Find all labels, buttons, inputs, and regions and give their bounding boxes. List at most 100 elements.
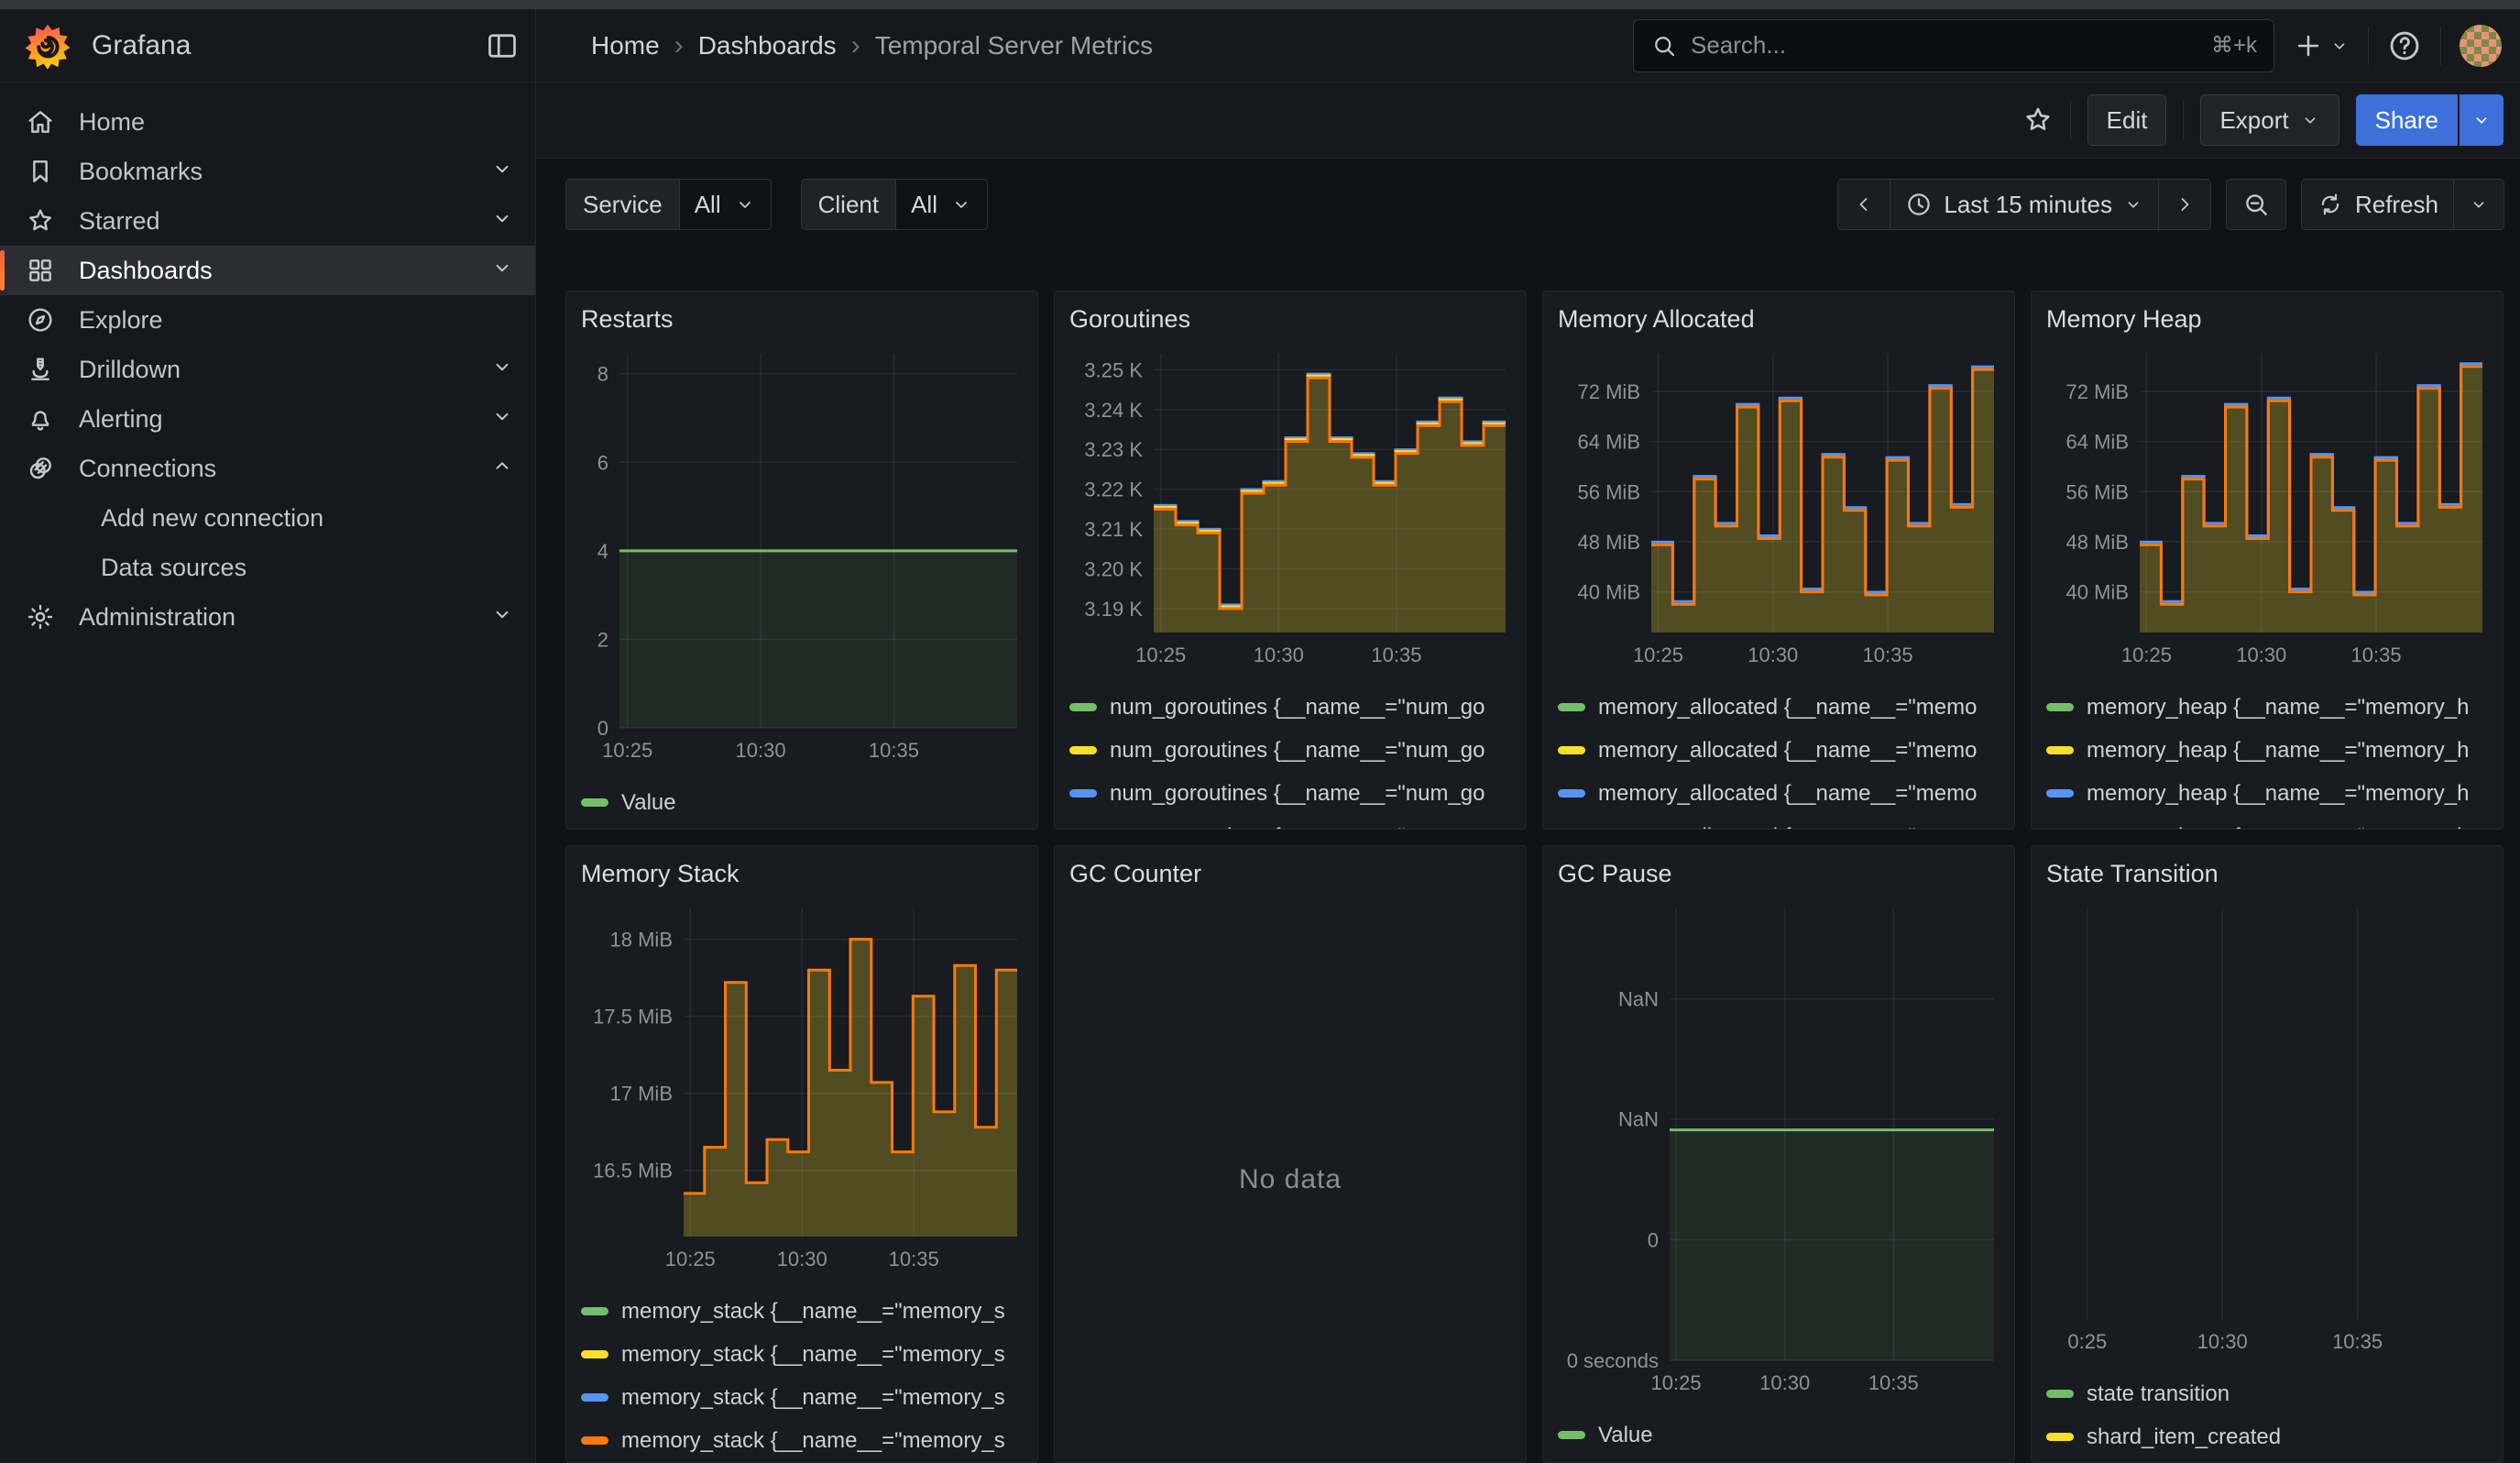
sidebar-item-administration[interactable]: Administration [0, 592, 535, 642]
breadcrumb-item[interactable]: Home [591, 31, 660, 60]
legend-item[interactable]: memory_heap {__name__="memory_h [2046, 772, 2488, 815]
svg-text:10:30: 10:30 [736, 739, 786, 762]
legend-item[interactable]: num_goroutines {__name__="num_go [1069, 686, 1511, 729]
svg-text:NaN: NaN [1618, 988, 1659, 1011]
sidebar-item-label: Drilldown [79, 356, 464, 384]
legend-item[interactable]: memory_heap {__name__="memory_h [2046, 686, 2488, 729]
legend-item[interactable]: state transition [2046, 1372, 2488, 1415]
chevron-down-icon [2329, 36, 2350, 56]
legend-item[interactable]: memory_allocated {__name__="memo [1558, 815, 2000, 830]
legend-item[interactable]: num_goroutines {__name__="num_go [1069, 772, 1511, 815]
chevron-down-icon [2123, 194, 2143, 214]
panel-title[interactable]: Memory Allocated [1558, 302, 2000, 343]
sidebar-item-starred[interactable]: Starred [0, 196, 535, 246]
export-button[interactable]: Export [2200, 94, 2339, 146]
legend-item[interactable]: memory_stack {__name__="memory_s [581, 1290, 1023, 1333]
breadcrumb-item[interactable]: Dashboards [698, 31, 837, 60]
legend-swatch-icon [581, 1350, 608, 1358]
panel-memory-stack: Memory Stack18 MiB17.5 MiB17 MiB16.5 MiB… [565, 845, 1038, 1463]
panel-title[interactable]: GC Counter [1069, 857, 1511, 897]
panel-title[interactable]: GC Pause [1558, 857, 2000, 897]
legend-item[interactable]: memory_stack {__name__="memory_s [581, 1333, 1023, 1376]
chevron-down-icon[interactable] [488, 206, 517, 236]
chevron-down-icon[interactable] [488, 157, 517, 187]
time-forward-button[interactable] [2159, 180, 2210, 229]
chevron-down-icon[interactable] [488, 256, 517, 286]
sidebar-item-dashboards[interactable]: Dashboards [0, 246, 535, 295]
chevron-down-icon[interactable] [488, 602, 517, 632]
legend-item[interactable]: memory_heap {__name__="memory_h [2046, 729, 2488, 772]
time-back-button[interactable] [1838, 180, 1890, 229]
time-range-picker[interactable]: Last 15 minutes [1890, 180, 2159, 229]
question-circle-icon [2387, 28, 2422, 63]
legend-item[interactable]: Value [581, 781, 1023, 824]
legend-item[interactable]: memory_allocated {__name__="memo [1558, 686, 2000, 729]
panel-title[interactable]: Memory Heap [2046, 302, 2488, 343]
legend-item[interactable]: memory_heap {__name__="memory_h [2046, 815, 2488, 830]
legend-item[interactable]: memory_stack {__name__="memory_s [581, 1419, 1023, 1462]
sidebar-item-add-new-connection[interactable]: Add new connection [0, 493, 535, 543]
filter-value-dropdown[interactable]: All [896, 180, 987, 229]
panel-title[interactable]: Memory Stack [581, 857, 1023, 897]
share-button[interactable]: Share [2356, 94, 2458, 146]
chevron-up-icon[interactable] [488, 454, 517, 484]
search-shortcut: ⌘+k [2211, 32, 2257, 59]
panel-title[interactable]: Restarts [581, 302, 1023, 343]
edit-button[interactable]: Edit [2087, 94, 2167, 146]
plus-icon [2293, 30, 2324, 61]
legend-label: Value [621, 790, 676, 816]
legend-label: memory_stack {__name__="memory_s [621, 1299, 1005, 1325]
panel-title[interactable]: Goroutines [1069, 302, 1511, 343]
svg-text:10:35: 10:35 [2332, 1330, 2383, 1353]
chevron-right-icon [2174, 193, 2196, 215]
chevron-down-icon[interactable] [488, 355, 517, 385]
legend-item[interactable]: memory_allocated {__name__="memo [1558, 772, 2000, 815]
add-button[interactable] [2293, 30, 2350, 61]
chevron-down-icon[interactable] [488, 404, 517, 434]
help-button[interactable] [2387, 28, 2422, 63]
share-dropdown-button[interactable] [2460, 94, 2504, 146]
legend-item[interactable]: memory_allocated {__name__="memo [1558, 729, 2000, 772]
search-box[interactable]: ⌘+k [1633, 19, 2274, 72]
drilldown-icon [26, 355, 55, 384]
panel-title[interactable]: State Transition [2046, 857, 2488, 897]
panel-gc-counter: GC Counter No data [1054, 845, 1527, 1463]
legend-item[interactable]: memory_stack {__name__="memory_s [581, 1376, 1023, 1419]
legend-item[interactable]: num_goroutines {__name__="num_go [1069, 815, 1511, 830]
sidebar-item-connections[interactable]: Connections [0, 444, 535, 493]
sidebar-item-drilldown[interactable]: Drilldown [0, 345, 535, 394]
legend-item[interactable]: Value [1558, 1414, 2000, 1457]
refresh-group: Refresh [2301, 179, 2504, 230]
chevron-down-icon [2469, 194, 2489, 214]
refresh-button[interactable]: Refresh [2302, 180, 2454, 229]
sidebar-item-label: Home [79, 108, 517, 137]
legend-item[interactable]: shard_item_created [2046, 1415, 2488, 1458]
chevron-down-icon [734, 193, 756, 215]
zoom-out-button[interactable] [2227, 180, 2285, 229]
connections-icon [26, 454, 55, 483]
sidebar: Home BookmarksStarredDashboardsExplore Dri… [0, 82, 536, 1463]
sidebar-item-bookmarks[interactable]: Bookmarks [0, 147, 535, 196]
refresh-interval-button[interactable] [2454, 180, 2504, 229]
collapse-sidebar-button[interactable] [486, 29, 519, 62]
filter-value-dropdown[interactable]: All [680, 180, 771, 229]
legend-swatch-icon [581, 1307, 608, 1315]
timeseries-chart: 8642010:2510:3010:35 [581, 343, 1024, 774]
sidebar-item-label: Connections [79, 455, 464, 483]
svg-text:NaN: NaN [1618, 1108, 1659, 1131]
search-input[interactable] [1691, 31, 2198, 60]
sidebar-item-data-sources[interactable]: Data sources [0, 543, 535, 592]
user-avatar[interactable] [2460, 25, 2502, 67]
panel-memory-allocated: Memory Allocated72 MiB64 MiB56 MiB48 MiB… [1542, 291, 2015, 830]
panel-goroutines: Goroutines3.25 K3.24 K3.23 K3.22 K3.21 K… [1054, 291, 1527, 830]
legend-label: shard_item_created [2087, 1424, 2281, 1450]
favorite-star-button[interactable] [2022, 104, 2054, 136]
legend-item[interactable]: num_goroutines {__name__="num_go [1069, 729, 1511, 772]
sidebar-item-explore[interactable]: Explore [0, 295, 535, 345]
sidebar-item-alerting[interactable]: Alerting [0, 394, 535, 444]
timeseries-chart: 72 MiB64 MiB56 MiB48 MiB40 MiB10:2510:30… [2046, 343, 2490, 678]
sidebar-item-home[interactable]: Home [0, 97, 535, 147]
svg-text:10:25: 10:25 [2121, 644, 2172, 666]
no-data-text: No data [1239, 1164, 1342, 1195]
nav-right: ⌘+k [1633, 19, 2520, 72]
